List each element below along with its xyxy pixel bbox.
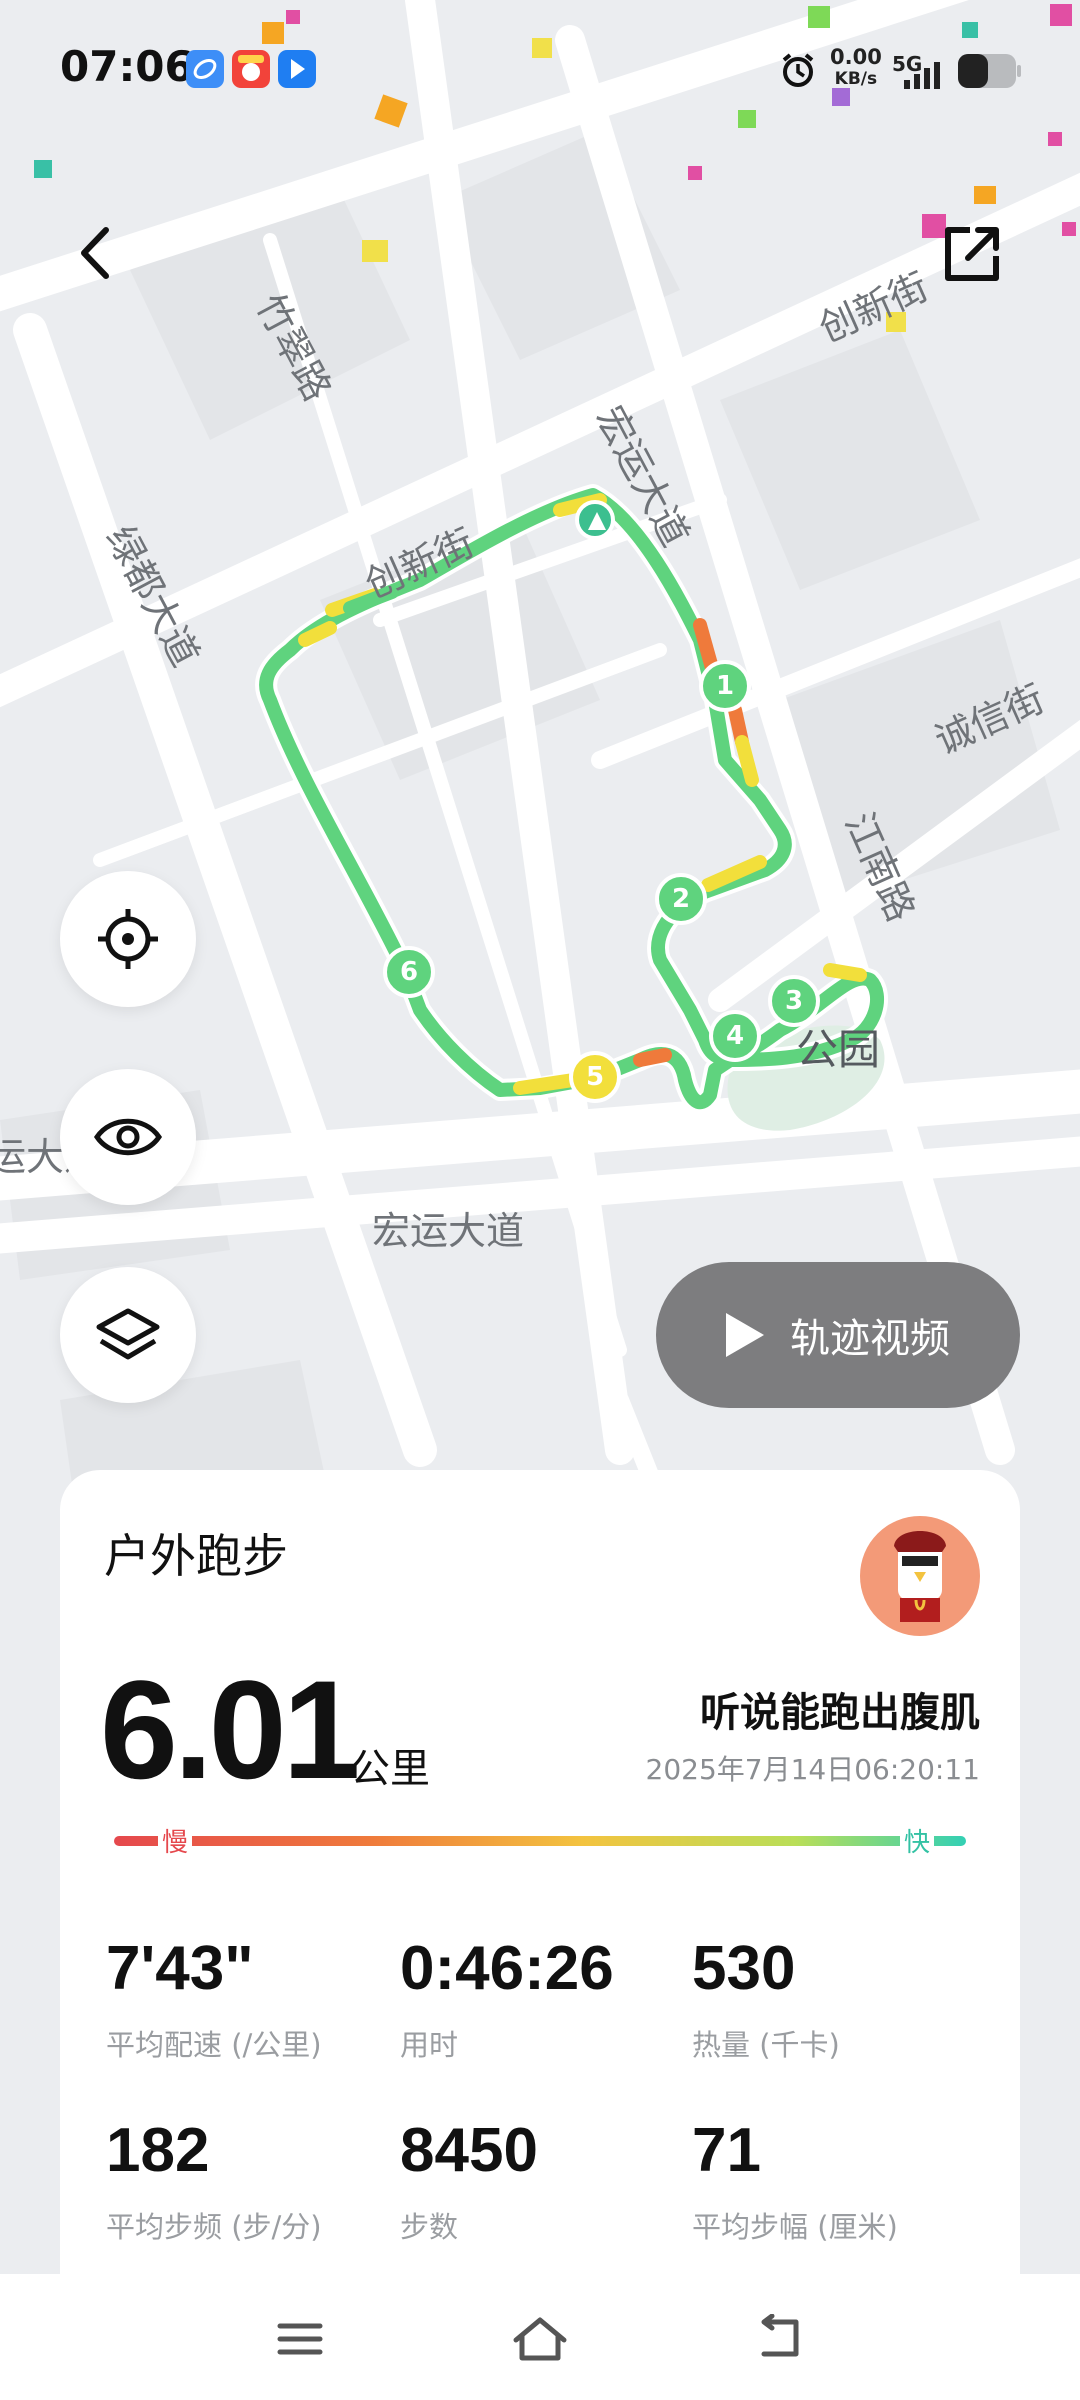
activity-type: 户外跑步	[104, 1529, 288, 1583]
back-button[interactable]	[66, 218, 126, 288]
km-marker[interactable]: 1	[699, 660, 751, 712]
stat-average-pace: 7'43" 平均配速 (/公里)	[106, 1938, 322, 2064]
avatar[interactable]	[860, 1516, 980, 1636]
status-time: 07:06	[60, 42, 194, 91]
park-label: 公园	[796, 1025, 881, 1074]
status-bar: 07:06 0.00 KB/s 5G	[0, 0, 1080, 140]
distance-unit: 公里	[350, 1746, 430, 1792]
stat-value: 0:46:26	[400, 1934, 614, 2003]
system-navigation-bar	[0, 2274, 1080, 2400]
pace-color-scale: 慢 快	[114, 1822, 966, 1859]
layers-icon	[96, 1308, 160, 1360]
home-icon[interactable]	[510, 2314, 570, 2364]
km-marker[interactable]: 4	[709, 1010, 761, 1062]
network-speed-unit: KB/s	[834, 69, 878, 89]
stat-value: 71	[692, 2116, 761, 2185]
distance-value: 6.01	[100, 1651, 360, 1808]
menu-icon[interactable]	[270, 2314, 330, 2364]
stat-label: 平均步幅 (厘米)	[692, 2210, 898, 2244]
chevron-left-icon	[81, 227, 109, 279]
network-speed-value: 0.00	[830, 45, 882, 69]
km-marker[interactable]: 6	[383, 946, 435, 998]
red-app-icon	[232, 50, 270, 88]
stat-cadence: 182 平均步频 (步/分)	[106, 2120, 322, 2246]
back-nav-icon[interactable]	[750, 2314, 810, 2364]
track-video-label: 轨迹视频	[790, 1316, 950, 1362]
stat-label: 用时	[400, 2028, 459, 2062]
start-marker[interactable]	[575, 500, 615, 540]
stat-label: 热量 (千卡)	[692, 2028, 840, 2062]
share-external-icon	[945, 227, 999, 281]
stat-value: 7'43"	[106, 1934, 254, 2003]
stat-duration: 0:46:26 用时	[400, 1938, 614, 2064]
pace-slow-label: 慢	[158, 1822, 193, 1859]
km-marker[interactable]: 2	[655, 873, 707, 925]
road-label: 宏运大道	[372, 1209, 525, 1253]
stat-calories: 530 热量 (千卡)	[692, 1938, 840, 2064]
map-layers-button[interactable]	[60, 1267, 196, 1403]
track-video-button[interactable]: 轨迹视频	[656, 1262, 1020, 1408]
network-speed: 0.00 KB/s	[830, 46, 882, 90]
locate-button[interactable]	[60, 871, 196, 1007]
stat-value: 8450	[400, 2116, 538, 2185]
user-name: 听说能跑出腹肌	[700, 1690, 980, 1736]
stat-value: 530	[692, 1934, 796, 2003]
avatar-image	[894, 1531, 946, 1622]
stat-label: 平均步频 (步/分)	[106, 2210, 322, 2244]
stat-steps: 8450 步数	[400, 2120, 538, 2246]
eye-icon	[93, 1118, 163, 1156]
blue-app-icon	[278, 50, 316, 88]
run-summary-card: 户外跑步 6.01 公里 听说能跑出腹肌 2025年7月14日06:20:11 …	[60, 1470, 1020, 2400]
stat-value: 182	[106, 2116, 210, 2185]
arrow-icon	[588, 512, 606, 530]
run-date-time: 2025年7月14日06:20:11	[645, 1753, 980, 1786]
signal-icon	[904, 62, 940, 89]
km-marker[interactable]: 3	[768, 975, 820, 1027]
visibility-button[interactable]	[60, 1069, 196, 1205]
share-button[interactable]	[940, 222, 1004, 286]
browser-app-icon	[186, 50, 224, 88]
battery-icon	[958, 54, 1021, 88]
km-marker[interactable]: 5	[569, 1051, 621, 1103]
stat-stride-length: 71 平均步幅 (厘米)	[692, 2120, 898, 2246]
stat-label: 平均配速 (/公里)	[106, 2028, 322, 2062]
play-icon	[726, 1313, 764, 1357]
stat-label: 步数	[400, 2210, 459, 2244]
alarm-icon	[782, 53, 814, 87]
pace-fast-label: 快	[900, 1822, 935, 1859]
crosshair-icon	[98, 909, 158, 969]
